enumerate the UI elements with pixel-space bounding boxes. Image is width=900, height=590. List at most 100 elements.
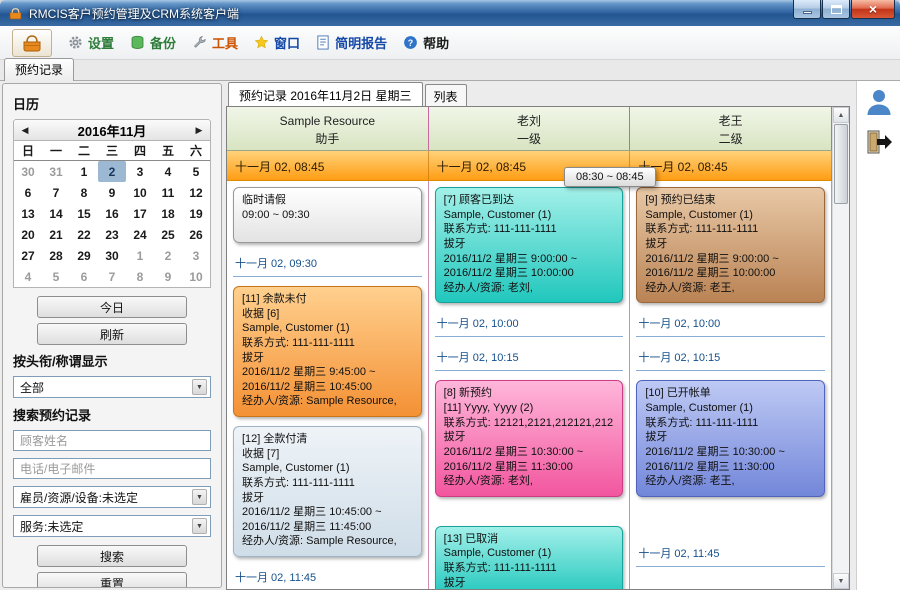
- title-filter-select[interactable]: 全部 ▼: [13, 376, 211, 398]
- appointment-block[interactable]: [8] 新预约[11] Yyyy, Yyyy (2)联系方式: 12121,21…: [435, 380, 624, 496]
- search-button[interactable]: 搜索: [37, 545, 187, 567]
- appointment-line: Sample, Customer (1): [645, 401, 816, 416]
- resource-name: Sample Resource: [227, 112, 428, 130]
- appointment-line: [9] 预约已结束: [645, 193, 816, 208]
- scroll-up-arrow[interactable]: ▲: [833, 107, 849, 123]
- calendar-day[interactable]: 21: [42, 224, 70, 245]
- calendar-day[interactable]: 15: [70, 203, 98, 224]
- calendar-day[interactable]: 27: [14, 245, 42, 266]
- appointment-block[interactable]: [9] 预约已结束Sample, Customer (1)联系方式: 111-1…: [636, 187, 825, 303]
- tab-list-view[interactable]: 列表: [425, 84, 467, 107]
- home-button[interactable]: [12, 29, 52, 57]
- calendar-day[interactable]: 7: [42, 182, 70, 203]
- menu-item-help[interactable]: ? 帮助: [403, 33, 449, 52]
- today-button[interactable]: 今日: [37, 296, 187, 318]
- appointment-block[interactable]: 临时请假09:00 ~ 09:30: [233, 187, 422, 243]
- calendar-day[interactable]: 11: [154, 182, 182, 203]
- calendar-prev-button[interactable]: ◀: [14, 125, 36, 136]
- time-slot-label[interactable]: 十一月 02, 10:15: [435, 346, 624, 371]
- vertical-scrollbar[interactable]: ▲ ▼: [832, 107, 849, 589]
- calendar-day[interactable]: 13: [14, 203, 42, 224]
- menu-item-settings[interactable]: 设置: [68, 33, 114, 52]
- calendar-day[interactable]: 1: [70, 161, 98, 182]
- time-slot-label[interactable]: 十一月 02, 09:30: [233, 252, 422, 277]
- menu-item-window[interactable]: 窗口: [254, 33, 300, 52]
- calendar-day[interactable]: 26: [182, 224, 210, 245]
- calendar-day-selected[interactable]: 2: [98, 161, 126, 182]
- appointment-block[interactable]: [12] 全款付清收据 [7]Sample, Customer (1)联系方式:…: [233, 426, 422, 557]
- appointment-block[interactable]: [10] 已开帐单Sample, Customer (1)联系方式: 111-1…: [636, 380, 825, 496]
- calendar-day[interactable]: 24: [126, 224, 154, 245]
- calendar-day[interactable]: 25: [154, 224, 182, 245]
- scrollbar-thumb[interactable]: [834, 124, 848, 204]
- calendar-day[interactable]: 23: [98, 224, 126, 245]
- reset-button[interactable]: 重置: [37, 572, 187, 588]
- scroll-down-arrow[interactable]: ▼: [833, 573, 849, 589]
- calendar-day[interactable]: 9: [154, 266, 182, 287]
- contact-input[interactable]: [13, 458, 211, 479]
- calendar-day[interactable]: 4: [14, 266, 42, 287]
- calendar-day[interactable]: 7: [98, 266, 126, 287]
- appointment-block[interactable]: [13] 已取消Sample, Customer (1)联系方式: 111-11…: [435, 526, 624, 589]
- time-slot-label[interactable]: 十一月 02, 11:45: [233, 566, 422, 589]
- time-slot-label[interactable]: 十一月 02, 10:00: [435, 312, 624, 337]
- calendar-day[interactable]: 31: [42, 161, 70, 182]
- appointment-line: 经办人/资源: 老王,: [645, 474, 816, 489]
- time-slot-label[interactable]: 十一月 02, 10:00: [636, 312, 825, 337]
- calendar-day[interactable]: 18: [154, 203, 182, 224]
- menu-item-report[interactable]: 简明报告: [316, 33, 387, 52]
- resource-filter-select[interactable]: 雇员/资源/设备:未选定 ▼: [13, 486, 211, 508]
- calendar-day[interactable]: 28: [42, 245, 70, 266]
- calendar-day[interactable]: 10: [126, 182, 154, 203]
- calendar-day[interactable]: 30: [14, 161, 42, 182]
- minimize-button[interactable]: [793, 0, 821, 19]
- appointment-block[interactable]: [7] 顾客已到达Sample, Customer (1)联系方式: 111-1…: [435, 187, 624, 303]
- calendar-day[interactable]: 2: [154, 245, 182, 266]
- calendar-day[interactable]: 1: [126, 245, 154, 266]
- menu-item-tools[interactable]: 工具: [192, 33, 238, 52]
- customer-name-input[interactable]: [13, 430, 211, 451]
- user-icon[interactable]: [865, 87, 893, 117]
- appointment-line: 2016/11/2 星期三 10:30:00 ~: [645, 445, 816, 460]
- maximize-button[interactable]: [822, 0, 850, 19]
- schedule-column-sample-resource: 临时请假09:00 ~ 09:30 十一月 02, 09:30 [11] 余款未付收…: [227, 181, 429, 589]
- appointment-line: 联系方式: 111-111-1111: [242, 336, 413, 351]
- calendar-day[interactable]: 8: [70, 182, 98, 203]
- calendar-next-button[interactable]: ▶: [188, 125, 210, 136]
- calendar-day[interactable]: 16: [98, 203, 126, 224]
- close-button[interactable]: ×: [851, 0, 895, 19]
- appointment-block[interactable]: [11] 余款未付收据 [6]Sample, Customer (1)联系方式:…: [233, 286, 422, 417]
- calendar-day[interactable]: 6: [70, 266, 98, 287]
- appointment-line: 拔牙: [444, 576, 615, 589]
- time-slot-highlight[interactable]: 十一月 02, 08:45: [227, 151, 429, 180]
- calendar-day[interactable]: 4: [154, 161, 182, 182]
- calendar-day[interactable]: 30: [98, 245, 126, 266]
- calendar-day[interactable]: 3: [182, 245, 210, 266]
- calendar-day[interactable]: 17: [126, 203, 154, 224]
- calendar-day[interactable]: 5: [42, 266, 70, 287]
- refresh-button[interactable]: 刷新: [37, 323, 187, 345]
- calendar-day[interactable]: 3: [126, 161, 154, 182]
- time-slot-label[interactable]: 十一月 02, 10:15: [636, 346, 825, 371]
- calendar-day[interactable]: 10: [182, 266, 210, 287]
- calendar-day[interactable]: 6: [14, 182, 42, 203]
- calendar-day[interactable]: 14: [42, 203, 70, 224]
- calendar-grid: 日一二三四五六303112345678910111213141516171819…: [13, 141, 211, 288]
- calendar-day[interactable]: 5: [182, 161, 210, 182]
- logout-icon[interactable]: [865, 129, 893, 155]
- menu-item-backup[interactable]: 备份: [130, 33, 176, 52]
- time-slot-highlight[interactable]: 十一月 02, 08:45: [630, 151, 832, 180]
- calendar-day[interactable]: 20: [14, 224, 42, 245]
- time-slot-label[interactable]: 十一月 02, 11:45: [636, 542, 825, 567]
- calendar-day[interactable]: 29: [70, 245, 98, 266]
- calendar-day[interactable]: 9: [98, 182, 126, 203]
- calendar-day[interactable]: 12: [182, 182, 210, 203]
- tab-day-view[interactable]: 预约记录 2016年11月2日 星期三: [228, 82, 423, 107]
- calendar-day[interactable]: 22: [70, 224, 98, 245]
- chevron-down-icon: ▼: [192, 518, 207, 534]
- tab-appointments[interactable]: 预约记录: [4, 58, 74, 81]
- calendar-day[interactable]: 8: [126, 266, 154, 287]
- service-filter-select[interactable]: 服务:未选定 ▼: [13, 515, 211, 537]
- calendar-day[interactable]: 19: [182, 203, 210, 224]
- appointment-line: 收据 [7]: [242, 447, 413, 462]
